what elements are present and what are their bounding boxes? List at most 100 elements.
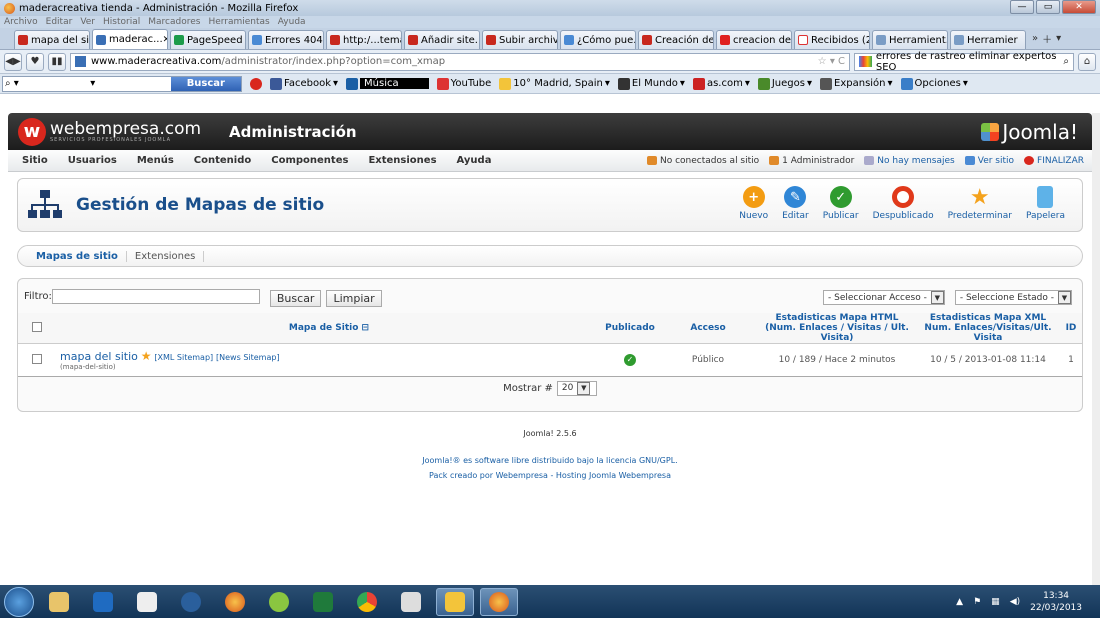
- subtab-extensiones[interactable]: Extensiones: [127, 250, 205, 262]
- url-bar[interactable]: www.maderacreativa.com/administrator/ind…: [70, 52, 850, 71]
- clear-button[interactable]: Limpiar: [326, 290, 382, 307]
- state-select[interactable]: - Seleccione Estado - ▼: [954, 290, 1072, 305]
- messages-link[interactable]: No hay mensajes: [864, 156, 955, 166]
- logout-link[interactable]: FINALIZAR: [1024, 156, 1084, 166]
- browser-tab[interactable]: PageSpeed I...: [170, 30, 246, 49]
- search-button[interactable]: Buscar: [269, 290, 322, 307]
- ascom-button[interactable]: as.com ▾: [692, 77, 750, 90]
- calendar-app[interactable]: [392, 588, 430, 616]
- back-button[interactable]: ◀▶: [4, 52, 22, 71]
- minimize-button[interactable]: —: [1010, 0, 1034, 14]
- maximize-button[interactable]: ▭: [1036, 0, 1060, 14]
- subtab-mapas[interactable]: Mapas de sitio: [28, 250, 127, 262]
- access-select[interactable]: - Seleccionar Acceso - ▼: [823, 290, 945, 305]
- facebook-button[interactable]: Facebook ▾: [270, 77, 338, 90]
- firefox-app[interactable]: [216, 588, 254, 616]
- unpublish-button[interactable]: Despublicado: [866, 186, 941, 221]
- pack-link[interactable]: Pack creado por Webempresa - Hosting Joo…: [0, 471, 1100, 480]
- default-button[interactable]: ★ Predeterminar: [941, 185, 1019, 222]
- menu-ayuda[interactable]: Ayuda: [447, 155, 502, 166]
- menu-archivo[interactable]: Archivo: [4, 16, 38, 28]
- new-tab-icon[interactable]: ＋: [1042, 31, 1052, 46]
- volume-icon[interactable]: ◀): [1010, 597, 1020, 607]
- xml-sitemap-link[interactable]: [XML Sitemap]: [154, 353, 213, 362]
- home-button[interactable]: ⌂: [1078, 52, 1096, 71]
- browser-tab[interactable]: Herramient...: [872, 30, 948, 49]
- opciones-button[interactable]: Opciones ▾: [900, 77, 968, 90]
- weather-button[interactable]: 10° Madrid, Spain ▾: [499, 77, 610, 90]
- tab-list-icon[interactable]: ▾: [1056, 33, 1061, 44]
- web-search-input[interactable]: errores de rastreo eliminar expertos SEO…: [854, 51, 1074, 73]
- menu-marcadores[interactable]: Marcadores: [148, 16, 200, 28]
- browser-tab[interactable]: Subir archiv...: [482, 30, 558, 49]
- browser-tab[interactable]: Herramier: [950, 30, 1026, 49]
- hp-app[interactable]: [172, 588, 210, 616]
- browser-tab[interactable]: http:/...temap: [326, 30, 402, 49]
- browser-tab-active[interactable]: maderac...✕: [92, 29, 168, 49]
- browser-tab[interactable]: Recibidos (2...: [794, 30, 870, 49]
- toolbar-search-input[interactable]: ⌕ ▾ ▾ Buscar: [2, 75, 242, 92]
- movistar-app[interactable]: [260, 588, 298, 616]
- col-published[interactable]: Publicado: [602, 313, 658, 344]
- menu-ayuda[interactable]: Ayuda: [278, 16, 306, 28]
- firefox-active-app[interactable]: [480, 587, 518, 616]
- published-check-icon[interactable]: ✓: [624, 354, 636, 366]
- clock[interactable]: 13:34 22/03/2013: [1030, 590, 1082, 614]
- col-id[interactable]: ID: [1060, 313, 1082, 344]
- view-site-link[interactable]: Ver sitio: [964, 156, 1014, 166]
- expansion-button[interactable]: Expansión ▾: [820, 77, 893, 90]
- music-player[interactable]: Música: [346, 77, 429, 90]
- menu-historial[interactable]: Historial: [103, 16, 140, 28]
- new-button[interactable]: + Nuevo: [732, 186, 775, 221]
- bookmark-icon[interactable]: ♥: [26, 52, 44, 71]
- ask-icon[interactable]: [250, 77, 262, 90]
- license-link[interactable]: Joomla!® es software libre distribuido b…: [0, 456, 1100, 465]
- excel-app[interactable]: [304, 588, 342, 616]
- menu-sitio[interactable]: Sitio: [12, 155, 58, 166]
- edit-button[interactable]: ✎ Editar: [775, 186, 816, 221]
- media-app[interactable]: [84, 588, 122, 616]
- movie-app[interactable]: [128, 588, 166, 616]
- browser-tab[interactable]: Creación de...: [638, 30, 714, 49]
- flag-icon[interactable]: ⚑: [973, 597, 981, 607]
- menu-usuarios[interactable]: Usuarios: [58, 155, 127, 166]
- start-button[interactable]: [4, 586, 34, 617]
- close-button[interactable]: ✕: [1062, 0, 1096, 14]
- juegos-button[interactable]: Juegos ▾: [757, 77, 812, 90]
- network-icon[interactable]: ▦: [991, 597, 1000, 607]
- toolbar-search-button[interactable]: Buscar: [170, 76, 241, 91]
- menu-herramientas[interactable]: Herramientas: [208, 16, 269, 28]
- browser-tab[interactable]: Errores 404 I...: [248, 30, 324, 49]
- row-checkbox[interactable]: [32, 353, 42, 364]
- explorer-app[interactable]: [40, 588, 78, 616]
- close-tab-icon[interactable]: ✕: [163, 35, 167, 45]
- filter-input[interactable]: [51, 288, 260, 304]
- menu-menus[interactable]: Menús: [127, 155, 184, 166]
- browser-tab[interactable]: creacion de ...: [716, 30, 792, 49]
- menu-editar[interactable]: Editar: [46, 16, 73, 28]
- browser-tab[interactable]: Añadir site...: [404, 30, 480, 49]
- powerpoint-app[interactable]: [436, 587, 474, 616]
- select-all-checkbox[interactable]: [32, 321, 42, 332]
- chrome-app[interactable]: [348, 588, 386, 616]
- menu-ver[interactable]: Ver: [80, 16, 95, 28]
- default-star-icon[interactable]: ★: [141, 349, 152, 363]
- menu-componentes[interactable]: Componentes: [261, 155, 358, 166]
- star-icon[interactable]: ☆ ▾ C: [818, 56, 845, 67]
- page-scrollbar[interactable]: [1092, 113, 1100, 585]
- publish-button[interactable]: ✓ Publicar: [816, 186, 866, 221]
- tray-arrow-icon[interactable]: ▲: [956, 597, 963, 607]
- col-name[interactable]: Mapa de Sitio ⊟: [56, 313, 602, 344]
- youtube-button[interactable]: YouTube: [436, 77, 491, 90]
- search-icon[interactable]: ⌕: [1063, 56, 1069, 67]
- browser-tab[interactable]: ¿Cómo pue...: [560, 30, 636, 49]
- menu-contenido[interactable]: Contenido: [184, 155, 261, 166]
- tab-scroll-icon[interactable]: »: [1032, 33, 1038, 44]
- menu-extensiones[interactable]: Extensiones: [358, 155, 446, 166]
- news-sitemap-link[interactable]: [News Sitemap]: [216, 353, 280, 362]
- sitemap-name-link[interactable]: mapa del sitio: [60, 350, 138, 363]
- elmundo-button[interactable]: El Mundo ▾: [617, 77, 685, 90]
- stats-icon[interactable]: ▮▮: [48, 52, 66, 71]
- trash-button[interactable]: Papelera: [1019, 186, 1072, 221]
- browser-tab[interactable]: mapa del sit...: [14, 30, 90, 49]
